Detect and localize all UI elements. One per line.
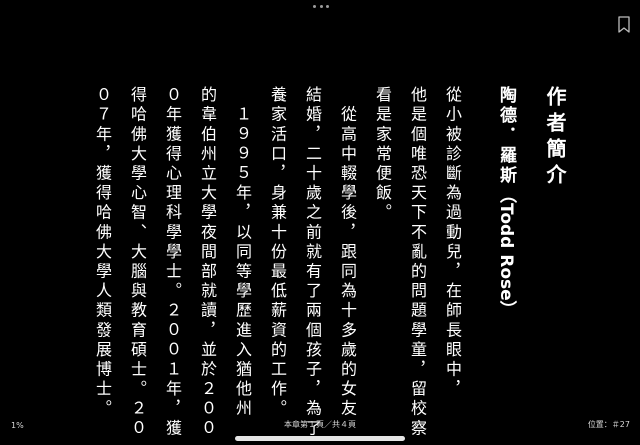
location-indicator: 位置：＃27 [587, 420, 630, 429]
more-dot [319, 4, 323, 8]
author-name-cjk: 陶德．羅斯 [496, 86, 516, 186]
chapter-page-indicator: 本章第１頁／共４頁 [284, 420, 356, 429]
text-line: 看是家常便飯。 [373, 86, 392, 224]
text-line: 的韋伯州立大學夜間部就讀，並於２００ [198, 86, 217, 439]
bookmark-icon[interactable] [617, 16, 631, 34]
more-options-button[interactable] [313, 3, 329, 9]
home-indicator[interactable] [235, 436, 405, 441]
author-name: 陶德．羅斯（Todd Rose） [494, 86, 519, 386]
chapter-title: 作者簡介 [543, 86, 567, 190]
author-name-latin: （Todd Rose） [496, 186, 516, 318]
text-line: 他是個唯恐天下不亂的問題學童，留校察 [408, 86, 427, 439]
text-line: ０年獲得心理科學學士。２００１年，獲 [163, 86, 182, 439]
text-line: 養家活口，身兼十份最低薪資的工作。 [268, 86, 287, 420]
text-line: 從高中輟學後，跟同為十多歲的女友 [338, 86, 357, 420]
book-page: 作者簡介 陶德．羅斯（Todd Rose） 從小被診斷為過動兒，在師長眼中， 他… [79, 86, 570, 439]
text-line: 從小被診斷為過動兒，在師長眼中， [443, 86, 462, 400]
text-line: 結婚，二十歲之前就有了兩個孩子，為了 [303, 86, 322, 439]
more-dot [313, 4, 316, 8]
text-line: 得哈佛大學心智、大腦與教育碩士。２０ [128, 86, 147, 439]
text-line: １９９５年，以同等學歷進入猶他州 [233, 86, 252, 420]
text-line: ０７年，獲得哈佛大學人類發展博士。 [93, 86, 112, 420]
more-dot [326, 4, 329, 8]
